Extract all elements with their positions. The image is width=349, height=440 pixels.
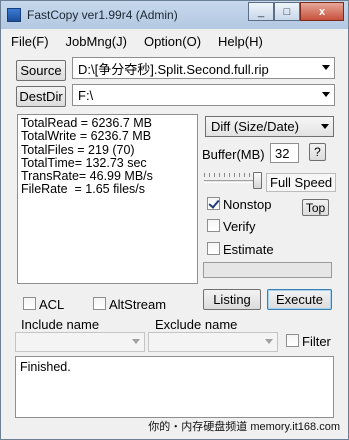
buffer-input[interactable]: 32: [270, 143, 299, 163]
menu-jobmng[interactable]: JobMng(J): [57, 34, 135, 49]
estimate-checkbox[interactable]: [207, 242, 220, 255]
nonstop-checkbox[interactable]: [207, 197, 220, 210]
nonstop-label: Nonstop: [223, 197, 272, 212]
verify-label: Verify: [223, 219, 256, 234]
chevron-down-icon[interactable]: [322, 92, 330, 97]
source-path-combo[interactable]: D:\[争分夺秒].Split.Second.full.rip: [72, 57, 335, 79]
destdir-path-combo[interactable]: F:\: [72, 84, 335, 106]
status-log: Finished.: [15, 356, 334, 418]
filter-checkbox[interactable]: [286, 334, 299, 347]
chevron-down-icon[interactable]: [321, 123, 329, 129]
source-button[interactable]: Source: [16, 60, 66, 81]
window-title: FastCopy ver1.99r4 (Admin): [27, 8, 178, 22]
destdir-button[interactable]: DestDir: [16, 86, 66, 107]
destdir-path-value: F:\: [78, 87, 94, 103]
stats-panel: TotalRead = 6236.7 MB TotalWrite = 6236.…: [17, 114, 198, 284]
source-path-value: D:\[争分夺秒].Split.Second.full.rip: [78, 61, 269, 77]
speed-slider-thumb[interactable]: [253, 172, 262, 189]
chevron-down-icon[interactable]: [265, 339, 273, 344]
altstream-checkbox[interactable]: [93, 297, 106, 310]
top-button[interactable]: Top: [302, 199, 329, 216]
menu-file[interactable]: File(F): [2, 34, 57, 49]
buffer-label: Buffer(MB): [202, 147, 265, 162]
watermark: 你的・内存硬盘频道 memory.it168.com: [148, 421, 340, 433]
progress-bar: [203, 262, 332, 278]
menu-help[interactable]: Help(H): [209, 34, 271, 49]
title-bar[interactable]: FastCopy ver1.99r4 (Admin) _ □ x: [1, 1, 348, 29]
speed-slider-ticks: [204, 173, 260, 177]
maximize-button[interactable]: □: [274, 2, 300, 21]
stat-total-time: TotalTime= 132.73 sec: [21, 155, 147, 170]
copy-mode-value: Diff (Size/Date): [211, 119, 299, 134]
exclude-name-label: Exclude name: [155, 317, 238, 332]
stat-total-read: TotalRead = 6236.7 MB: [21, 116, 152, 130]
caption-buttons: _ □ x: [248, 2, 344, 21]
menu-bar: File(F) JobMng(J) Option(O) Help(H): [2, 30, 347, 52]
menu-option[interactable]: Option(O): [135, 34, 209, 49]
exclude-name-combo[interactable]: [148, 332, 278, 352]
copy-mode-select[interactable]: Diff (Size/Date): [205, 116, 334, 137]
include-name-combo[interactable]: [15, 332, 145, 352]
execute-button[interactable]: Execute: [267, 289, 332, 310]
close-button[interactable]: x: [300, 2, 344, 21]
filter-label: Filter: [302, 334, 331, 349]
help-button[interactable]: ?: [309, 143, 326, 161]
include-name-label: Include name: [21, 317, 100, 332]
listing-button[interactable]: Listing: [203, 289, 261, 310]
speed-level-label: Full Speed: [266, 173, 337, 192]
app-window: FastCopy ver1.99r4 (Admin) _ □ x File(F)…: [0, 0, 349, 440]
app-icon: [7, 8, 21, 22]
chevron-down-icon[interactable]: [132, 339, 140, 344]
estimate-label: Estimate: [223, 242, 274, 257]
status-log-text: Finished.: [20, 360, 71, 374]
stat-file-rate: FileRate = 1.65 files/s: [21, 182, 146, 197]
chevron-down-icon[interactable]: [322, 65, 330, 70]
verify-checkbox[interactable]: [207, 219, 220, 232]
acl-checkbox[interactable]: [23, 297, 36, 310]
stat-total-write: TotalWrite = 6236.7 MB: [21, 129, 152, 144]
speed-slider-track[interactable]: [204, 180, 260, 183]
stat-total-files: TotalFiles = 219 (70): [21, 142, 135, 157]
altstream-label: AltStream: [109, 297, 167, 312]
acl-label: ACL: [39, 297, 65, 312]
stat-trans-rate: TransRate= 46.99 MB/s: [21, 169, 153, 184]
minimize-button[interactable]: _: [248, 2, 274, 21]
